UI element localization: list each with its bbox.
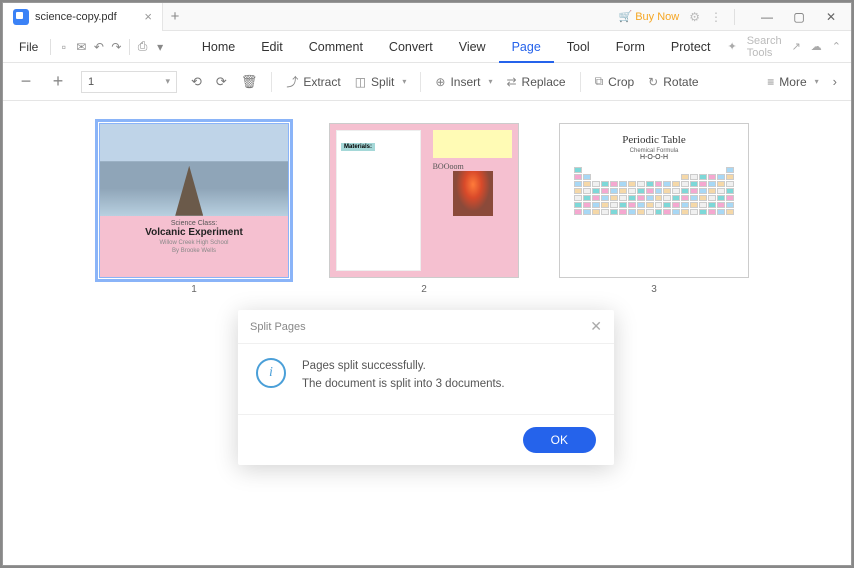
document-tab-name: science-copy.pdf bbox=[35, 11, 117, 23]
rotate-button[interactable]: ↻Rotate bbox=[648, 75, 698, 89]
save-icon[interactable]: ▫ bbox=[57, 38, 71, 56]
chevron-right-icon[interactable]: › bbox=[833, 74, 837, 89]
main-menu: Home Edit Comment Convert View Page Tool… bbox=[189, 31, 724, 63]
collapse-icon[interactable]: ⌃ bbox=[832, 40, 841, 53]
page-number-input[interactable]: 1 bbox=[81, 71, 177, 93]
more-button[interactable]: ≡More bbox=[767, 75, 818, 89]
rotate-icon: ↻ bbox=[648, 75, 658, 89]
menu-view[interactable]: View bbox=[446, 31, 499, 63]
ok-button[interactable]: OK bbox=[523, 427, 596, 453]
zoom-in-button[interactable]: + bbox=[49, 71, 67, 92]
undo-icon[interactable]: ↶ bbox=[92, 38, 106, 56]
window-controls: ― ▢ ✕ bbox=[755, 10, 843, 24]
page-number-1: 1 bbox=[191, 284, 197, 295]
thumb1-image bbox=[100, 124, 288, 216]
split-icon: ◫ bbox=[355, 75, 366, 89]
menu-home[interactable]: Home bbox=[189, 31, 248, 63]
delete-icon[interactable]: 🗑 bbox=[241, 74, 258, 90]
replace-icon: ⇄ bbox=[506, 75, 516, 89]
dialog-title: Split Pages bbox=[250, 321, 306, 333]
page-thumbnail-2[interactable]: Materials: BOOoom bbox=[329, 123, 519, 278]
crop-icon: ⧉ bbox=[595, 74, 604, 89]
menu-comment[interactable]: Comment bbox=[296, 31, 376, 63]
menu-convert[interactable]: Convert bbox=[376, 31, 446, 63]
page-number-2: 2 bbox=[421, 284, 427, 295]
mail-icon[interactable]: ✉ bbox=[75, 38, 89, 56]
divider bbox=[129, 39, 130, 55]
close-tab-icon[interactable]: × bbox=[144, 9, 152, 24]
titlebar-right: Buy Now ⚙ ⋮ ― ▢ ✕ bbox=[619, 9, 852, 25]
cloud-icon[interactable]: ☁ bbox=[811, 40, 822, 53]
replace-button[interactable]: ⇄Replace bbox=[506, 75, 565, 89]
divider bbox=[420, 72, 421, 92]
menu-edit[interactable]: Edit bbox=[248, 31, 296, 63]
minimize-button[interactable]: ― bbox=[755, 10, 779, 24]
divider bbox=[580, 72, 581, 92]
insert-icon: ⊕ bbox=[435, 75, 445, 89]
thumb1-text: Science Class: Volcanic Experiment Willo… bbox=[100, 216, 288, 277]
more-icon: ≡ bbox=[767, 75, 774, 89]
page-number-3: 3 bbox=[651, 284, 657, 295]
page-thumbnails: Science Class: Volcanic Experiment Willo… bbox=[17, 123, 837, 295]
rotate-left-icon[interactable]: ⟲ bbox=[191, 74, 202, 90]
menubar: File ▫ ✉ ↶ ↷ ⎙ ▾ Home Edit Comment Conve… bbox=[3, 31, 851, 63]
share-icon[interactable]: ↗ bbox=[792, 40, 801, 53]
thumb2-right: BOOoom bbox=[427, 124, 518, 277]
extract-icon: ⤴ bbox=[286, 73, 298, 90]
new-tab-button[interactable]: + bbox=[163, 8, 187, 25]
split-button[interactable]: ◫Split bbox=[355, 75, 407, 89]
wand-icon[interactable]: ✦ bbox=[728, 40, 737, 53]
app-logo-icon bbox=[13, 9, 29, 25]
menu-dots-icon[interactable]: ⋮ bbox=[710, 10, 722, 24]
divider bbox=[50, 39, 51, 55]
dialog-header: Split Pages ✕ bbox=[238, 310, 614, 343]
menubar-right: ✦ Search Tools ↗ ☁ ⌃ bbox=[728, 35, 842, 59]
menu-tool[interactable]: Tool bbox=[554, 31, 603, 63]
thumb-wrap-3: Periodic Table Chemical Formula H-O-O-H … bbox=[559, 123, 749, 295]
thumb2-left: Materials: bbox=[336, 130, 421, 271]
dialog-close-icon[interactable]: ✕ bbox=[590, 318, 602, 335]
document-tab[interactable]: science-copy.pdf × bbox=[3, 3, 163, 31]
periodic-grid bbox=[570, 167, 738, 215]
buy-now-link[interactable]: Buy Now bbox=[619, 10, 680, 23]
close-window-button[interactable]: ✕ bbox=[819, 10, 843, 24]
menu-protect[interactable]: Protect bbox=[658, 31, 724, 63]
page-toolbar: − + 1 ⟲ ⟳ 🗑 ⤴Extract ◫Split ⊕Insert ⇄Rep… bbox=[3, 63, 851, 101]
divider bbox=[271, 72, 272, 92]
maximize-button[interactable]: ▢ bbox=[787, 10, 811, 24]
thumb-wrap-2: Materials: BOOoom 2 bbox=[329, 123, 519, 295]
search-tools-input[interactable]: Search Tools bbox=[747, 35, 782, 59]
menu-page[interactable]: Page bbox=[499, 31, 554, 63]
dialog-footer: OK bbox=[238, 415, 614, 465]
page-thumbnail-3[interactable]: Periodic Table Chemical Formula H-O-O-H bbox=[559, 123, 749, 278]
settings-icon[interactable]: ⚙ bbox=[689, 10, 700, 24]
divider bbox=[734, 9, 735, 25]
file-menu[interactable]: File bbox=[13, 40, 44, 54]
titlebar: science-copy.pdf × + Buy Now ⚙ ⋮ ― ▢ ✕ bbox=[3, 3, 851, 31]
zoom-out-button[interactable]: − bbox=[17, 71, 35, 92]
menu-form[interactable]: Form bbox=[603, 31, 658, 63]
dialog-body: i Pages split successfully. The document… bbox=[238, 343, 614, 415]
app-window: science-copy.pdf × + Buy Now ⚙ ⋮ ― ▢ ✕ F… bbox=[2, 2, 852, 566]
page-canvas: Science Class: Volcanic Experiment Willo… bbox=[3, 101, 851, 565]
crop-button[interactable]: ⧉Crop bbox=[595, 74, 635, 89]
extract-button[interactable]: ⤴Extract bbox=[286, 73, 340, 90]
rotate-right-icon[interactable]: ⟳ bbox=[216, 74, 227, 90]
print-icon[interactable]: ⎙ bbox=[136, 38, 150, 56]
page-thumbnail-1[interactable]: Science Class: Volcanic Experiment Willo… bbox=[99, 123, 289, 278]
chevron-down-icon[interactable]: ▾ bbox=[153, 38, 167, 56]
split-pages-dialog: Split Pages ✕ i Pages split successfully… bbox=[238, 310, 614, 465]
insert-button[interactable]: ⊕Insert bbox=[435, 75, 492, 89]
redo-icon[interactable]: ↷ bbox=[110, 38, 124, 56]
dialog-message: Pages split successfully. The document i… bbox=[302, 358, 505, 394]
info-icon: i bbox=[256, 358, 286, 388]
thumb-wrap-1: Science Class: Volcanic Experiment Willo… bbox=[99, 123, 289, 295]
